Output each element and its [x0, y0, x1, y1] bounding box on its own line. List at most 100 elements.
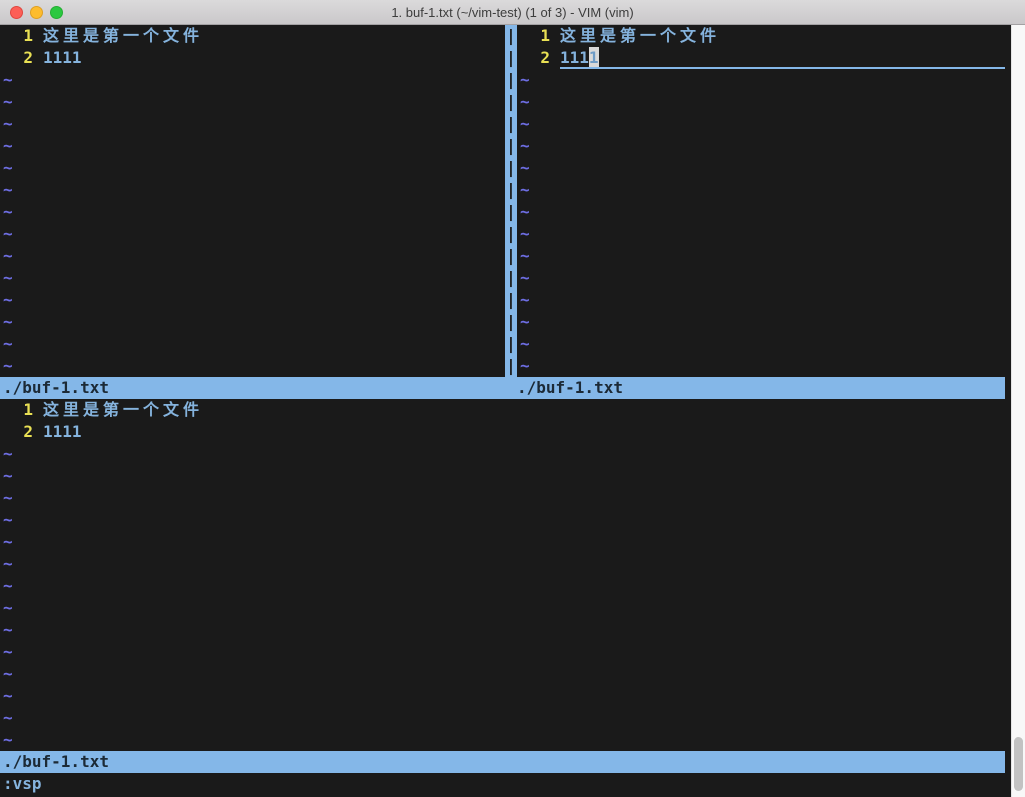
tilde-row: ~: [0, 619, 1005, 641]
window-title: 1. buf-1.txt (~/vim-test) (1 of 3) - VIM…: [391, 5, 633, 20]
separator-pipe: |: [505, 333, 517, 355]
buffer-line: 2 1111: [0, 421, 1005, 443]
tilde-row: ~: [517, 69, 1005, 91]
line-number: 2: [3, 421, 33, 443]
tilde-row: ~: [0, 597, 1005, 619]
tilde-row: ~: [0, 465, 1005, 487]
separator-pipe: |: [505, 91, 517, 113]
tilde-row: ~: [0, 135, 505, 157]
tilde-row: ~: [517, 333, 1005, 355]
tilde-row: ~: [517, 113, 1005, 135]
tilde-row: ~: [0, 157, 505, 179]
status-filename: ./buf-1.txt: [3, 751, 109, 773]
vim-window: 1. buf-1.txt (~/vim-test) (1 of 3) - VIM…: [0, 0, 1025, 797]
separator-pipe: |: [505, 223, 517, 245]
tilde-row: ~: [0, 707, 1005, 729]
tilde-row: ~: [0, 443, 1005, 465]
cursor-line-body: 1111: [560, 47, 1005, 69]
buffer-line: 2 1111: [0, 47, 505, 69]
separator-pipe: |: [505, 179, 517, 201]
line-number: 2: [520, 47, 550, 69]
traffic-lights: [10, 6, 63, 19]
tilde-row: ~: [0, 69, 505, 91]
cursor-line: 2 1111: [517, 47, 1005, 69]
separator-pipe: |: [505, 135, 517, 157]
line-number: 1: [3, 399, 33, 421]
tilde-row: ~: [0, 289, 505, 311]
statusline-bottom[interactable]: ./buf-1.txt: [0, 751, 1005, 773]
zoom-button[interactable]: [50, 6, 63, 19]
tilde-row: ~: [517, 289, 1005, 311]
command-line[interactable]: :vsp: [0, 773, 1005, 797]
separator-pipe: |: [505, 113, 517, 135]
minimize-button[interactable]: [30, 6, 43, 19]
tilde-row: ~: [517, 267, 1005, 289]
buffer-text: 这里是第一个文件: [560, 25, 720, 47]
tilde-row: ~: [0, 641, 1005, 663]
buffer-text: 1111: [43, 47, 82, 69]
buffer-line: 1这里是第一个文件: [0, 25, 505, 47]
buffer-text: 这里是第一个文件: [43, 399, 203, 421]
separator-pipe: |: [505, 25, 517, 47]
vim-screen: 1这里是第一个文件 21111 ~~~~~~~~~~~~~~ |||||||||…: [0, 25, 1005, 797]
tilde-row: ~: [0, 663, 1005, 685]
tilde-row: ~: [517, 355, 1005, 377]
tilde-column: ~~~~~~~~~~~~~~: [0, 443, 1005, 751]
separator-pipe: |: [505, 157, 517, 179]
tilde-row: ~: [0, 245, 505, 267]
window-titlebar[interactable]: 1. buf-1.txt (~/vim-test) (1 of 3) - VIM…: [0, 0, 1025, 25]
separator-pipe: |: [505, 69, 517, 91]
vertical-separator[interactable]: ||||||||||||||||: [505, 25, 517, 377]
tilde-row: ~: [0, 201, 505, 223]
tilde-row: ~: [0, 223, 505, 245]
tilde-row: ~: [0, 355, 505, 377]
buffer-line: 1 这里是第一个文件: [0, 399, 1005, 421]
separator-pipe: |: [505, 245, 517, 267]
tilde-row: ~: [517, 135, 1005, 157]
tilde-row: ~: [0, 267, 505, 289]
tilde-row: ~: [0, 487, 1005, 509]
buffer-text: 111: [560, 47, 589, 67]
split-bottom[interactable]: 1 这里是第一个文件 2 1111 ~~~~~~~~~~~~~~: [0, 399, 1005, 751]
tilde-row: ~: [0, 509, 1005, 531]
tilde-row: ~: [0, 179, 505, 201]
close-button[interactable]: [10, 6, 23, 19]
separator-pipe: |: [505, 355, 517, 377]
statusline-top[interactable]: ./buf-1.txt ./buf-1.txt: [0, 377, 1005, 399]
tilde-row: ~: [0, 531, 1005, 553]
vim-terminal: 1这里是第一个文件 21111 ~~~~~~~~~~~~~~ |||||||||…: [0, 25, 1011, 797]
split-top-left[interactable]: 1这里是第一个文件 21111 ~~~~~~~~~~~~~~: [0, 25, 505, 377]
line-number: 1: [520, 25, 550, 47]
status-filename: ./buf-1.txt: [3, 377, 109, 399]
tilde-row: ~: [0, 333, 505, 355]
tilde-row: ~: [0, 729, 1005, 751]
tilde-row: ~: [517, 91, 1005, 113]
separator-pipe: |: [505, 289, 517, 311]
scrollbar-thumb[interactable]: [1014, 737, 1023, 791]
tilde-row: ~: [517, 179, 1005, 201]
tilde-row: ~: [0, 113, 505, 135]
line-number: 1: [3, 25, 33, 47]
separator-pipe: |: [505, 47, 517, 69]
buffer-text: 1111: [43, 421, 82, 443]
tilde-row: ~: [517, 245, 1005, 267]
line-number: 2: [3, 47, 33, 69]
tilde-row: ~: [517, 223, 1005, 245]
scrollbar[interactable]: [1011, 25, 1025, 797]
status-filename: ./buf-1.txt: [517, 377, 623, 399]
terminal-main: 1这里是第一个文件 21111 ~~~~~~~~~~~~~~ |||||||||…: [0, 25, 1025, 797]
tilde-row: ~: [0, 575, 1005, 597]
tilde-column: ~~~~~~~~~~~~~~: [0, 69, 505, 377]
top-splits-region: 1这里是第一个文件 21111 ~~~~~~~~~~~~~~ |||||||||…: [0, 25, 1005, 377]
tilde-row: ~: [0, 91, 505, 113]
tilde-row: ~: [0, 311, 505, 333]
separator-pipe: |: [505, 201, 517, 223]
buffer-line: 1 这里是第一个文件: [517, 25, 1005, 47]
separator-pipe: |: [505, 311, 517, 333]
cursor-block: 1: [589, 47, 599, 67]
tilde-row: ~: [0, 685, 1005, 707]
tilde-row: ~: [517, 157, 1005, 179]
tilde-row: ~: [517, 311, 1005, 333]
split-top-right[interactable]: 1这里是第一个文件 21111 ~~~~~~~~~~~~~~: [517, 25, 1005, 377]
separator-pipe: |: [505, 267, 517, 289]
